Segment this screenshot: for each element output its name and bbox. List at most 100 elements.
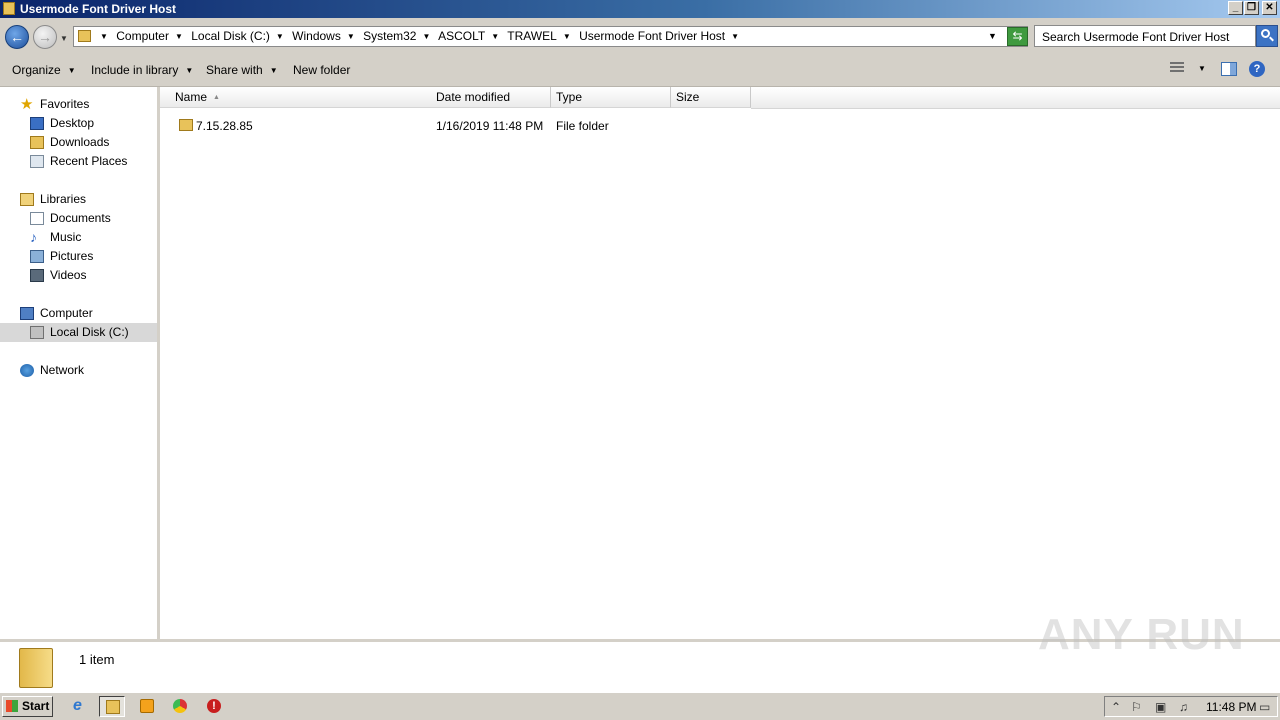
taskbar-chrome[interactable] [167, 696, 193, 717]
show-hidden-icons-icon[interactable]: ⌃ [1111, 700, 1121, 714]
file-date-modified: 1/16/2019 11:48 PM [436, 119, 544, 133]
breadcrumb-ascolt[interactable]: ASCOLT [438, 29, 485, 43]
folder-icon [78, 30, 91, 42]
music-icon: ♪ [30, 229, 37, 245]
breadcrumb-windows[interactable]: Windows [292, 29, 341, 43]
share-with-menu[interactable]: Share with ▼ [206, 63, 278, 77]
minimize-button[interactable]: _ [1228, 1, 1243, 15]
chevron-down-icon: ▼ [269, 66, 278, 75]
breadcrumb-current-folder[interactable]: Usermode Font Driver Host [579, 29, 725, 43]
taskbar-security-app[interactable]: ! [201, 696, 227, 717]
volume-icon[interactable]: ♫ [1179, 700, 1188, 714]
windows-explorer-icon [106, 700, 120, 714]
address-box[interactable]: ▼ Computer ▼ Local Disk (C:) ▼ Windows ▼ Sy… [73, 26, 1028, 47]
back-arrow-icon: ← [10, 29, 24, 45]
videos-icon [30, 269, 44, 282]
command-bar: Organize ▼ Include in library ▼ Share with… [0, 54, 1280, 87]
nav-item-pictures[interactable]: Pictures [30, 247, 150, 266]
pictures-icon [30, 250, 44, 263]
change-view-button[interactable] [1170, 62, 1184, 74]
taskbar-windows-explorer[interactable] [99, 696, 125, 717]
clock[interactable]: 11:48 PM [1206, 700, 1256, 714]
breadcrumb: ▼ Computer ▼ Local Disk (C:) ▼ Windows ▼ Sy… [98, 29, 744, 43]
help-button[interactable]: ? [1249, 61, 1265, 77]
address-history-dropdown[interactable]: ▼ [988, 31, 997, 41]
chrome-icon [173, 699, 187, 713]
folder-icon [19, 648, 53, 688]
file-type: File folder [556, 119, 609, 133]
breadcrumb-local-disk[interactable]: Local Disk (C:) [191, 29, 270, 43]
internet-explorer-icon: e [73, 697, 82, 714]
chevron-down-icon: ▼ [185, 66, 194, 75]
nav-network[interactable]: Network [20, 361, 150, 380]
nav-item-videos[interactable]: Videos [30, 266, 150, 285]
title-bar: Usermode Font Driver Host [0, 0, 1280, 18]
chevron-down-icon: ▼ [67, 66, 76, 75]
table-row[interactable]: 7.15.28.85 1/16/2019 11:48 PM File folde… [160, 116, 1280, 136]
item-count: 1 item [79, 652, 115, 667]
nav-libraries[interactable]: Libraries [20, 190, 150, 209]
refresh-button[interactable]: ⇆ [1007, 27, 1028, 46]
chevron-down-icon[interactable]: ▼ [491, 32, 499, 41]
search-input[interactable]: Search Usermode Font Driver Host [1034, 25, 1256, 47]
refresh-icon: ⇆ [1012, 29, 1023, 43]
show-desktop-icon[interactable]: ▭ [1259, 700, 1270, 714]
nav-computer[interactable]: Computer [20, 304, 150, 323]
desktop-icon [30, 117, 44, 130]
network-tray-icon[interactable]: ▣ [1155, 700, 1166, 714]
nav-item-recent-places[interactable]: Recent Places [30, 152, 150, 171]
chevron-down-icon[interactable]: ▼ [100, 32, 108, 41]
nav-item-desktop[interactable]: Desktop [30, 114, 150, 133]
search-button[interactable] [1256, 25, 1278, 47]
column-header-size[interactable]: Size [671, 87, 751, 108]
breadcrumb-system32[interactable]: System32 [363, 29, 416, 43]
sort-ascending-icon: ▲ [213, 94, 220, 101]
star-icon: ★ [20, 96, 34, 113]
watermark-logo: ANY RUN [1038, 610, 1245, 659]
chevron-down-icon[interactable]: ▼ [347, 32, 355, 41]
recent-places-icon [30, 155, 44, 168]
nav-item-downloads[interactable]: Downloads [30, 133, 150, 152]
file-name: 7.15.28.85 [196, 119, 253, 133]
chevron-down-icon[interactable]: ▼ [276, 32, 284, 41]
windows-logo-icon [6, 700, 18, 712]
hard-disk-icon [30, 326, 44, 339]
documents-icon [30, 212, 44, 225]
breadcrumb-trawel[interactable]: TRAWEL [507, 29, 557, 43]
start-button[interactable]: Start [2, 696, 53, 717]
restore-button[interactable]: ❐ [1244, 1, 1259, 15]
organize-menu[interactable]: Organize ▼ [12, 63, 76, 77]
chevron-down-icon[interactable]: ▼ [422, 32, 430, 41]
window-title: Usermode Font Driver Host [20, 2, 177, 16]
nav-favorites[interactable]: ★ Favorites [20, 95, 150, 114]
nav-item-music[interactable]: ♪ Music [30, 228, 150, 247]
chevron-down-icon[interactable]: ▼ [175, 32, 183, 41]
column-header-filler [751, 87, 1280, 109]
nav-item-local-disk[interactable]: Local Disk (C:) [0, 323, 157, 342]
chevron-down-icon[interactable]: ▼ [1198, 64, 1206, 73]
breadcrumb-computer[interactable]: Computer [116, 29, 169, 43]
navigation-pane: ★ Favorites Desktop Downloads Recent Pla… [0, 87, 157, 639]
recent-pages-dropdown[interactable]: ▼ [60, 34, 68, 43]
include-in-library-menu[interactable]: Include in library ▼ [91, 63, 193, 77]
column-header-type[interactable]: Type [551, 87, 671, 108]
file-list: Name ▲ Date modified Type Size 7.15.28.85… [160, 87, 1280, 639]
taskbar-internet-explorer[interactable]: e [67, 696, 93, 717]
computer-icon [20, 307, 34, 320]
stop-sign-icon: ! [207, 699, 221, 713]
close-button[interactable]: ✕ [1262, 1, 1277, 15]
taskbar-media-player[interactable] [134, 696, 160, 717]
column-header-date-modified[interactable]: Date modified [431, 87, 551, 108]
nav-item-documents[interactable]: Documents [30, 209, 150, 228]
preview-pane-button[interactable] [1221, 62, 1237, 76]
chevron-down-icon[interactable]: ▼ [563, 32, 571, 41]
back-button[interactable]: ← [5, 25, 29, 49]
folder-icon [179, 119, 193, 131]
action-center-flag-icon[interactable]: ⚐ [1131, 700, 1142, 714]
downloads-icon [30, 136, 44, 149]
chevron-down-icon[interactable]: ▼ [731, 32, 739, 41]
taskbar: Start e ! ⌃ ⚐ ▣ ♫ ▭ [0, 692, 1280, 720]
column-header-name[interactable]: Name ▲ [160, 87, 432, 108]
forward-button[interactable]: → [33, 25, 57, 49]
new-folder-button[interactable]: New folder [293, 63, 350, 77]
